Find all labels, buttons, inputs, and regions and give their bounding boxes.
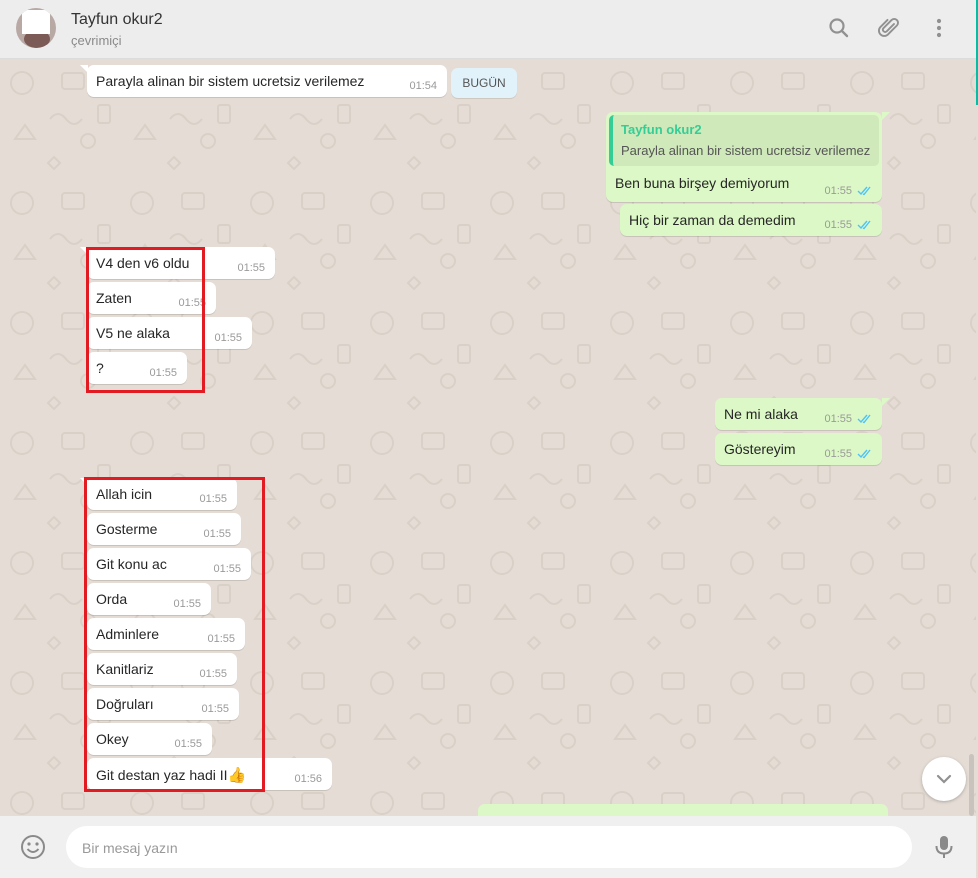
message-time: 01:54	[409, 80, 437, 92]
message-outgoing-partial[interactable]	[478, 804, 888, 816]
highlight-box	[86, 247, 205, 393]
chat-header: Tayfun okur2 çevrimiçi	[0, 0, 976, 59]
message-outgoing[interactable]: Göstereyim 01:55	[715, 433, 882, 465]
message-time: 01:56	[294, 773, 322, 785]
menu-icon[interactable]	[926, 15, 952, 41]
message-outgoing[interactable]: Ne mi alaka 01:55	[715, 398, 882, 430]
message-time: 01:55	[214, 332, 242, 344]
avatar-redaction	[22, 10, 50, 34]
message-text: Hiç bir zaman da demedim	[629, 212, 796, 228]
message-time: 01:55	[824, 185, 852, 197]
chevron-down-icon	[936, 774, 952, 784]
message-text: Göstereyim	[724, 441, 796, 457]
date-chip: BUGÜN	[451, 68, 517, 98]
quote-text: Parayla alinan bir sistem ucretsiz veril…	[621, 143, 871, 158]
message-incoming[interactable]: Parayla alinan bir sistem ucretsiz veril…	[87, 65, 447, 97]
message-input-box[interactable]	[66, 826, 912, 870]
chat-area[interactable]: Parayla alinan bir sistem ucretsiz veril…	[0, 59, 976, 816]
chat-scrollbar[interactable]	[969, 754, 974, 816]
read-ticks-icon	[857, 220, 871, 230]
attach-icon[interactable]	[876, 15, 902, 41]
read-ticks-icon	[857, 186, 871, 196]
message-time: 01:55	[824, 448, 852, 460]
highlight-box	[84, 477, 265, 792]
composer-bar	[0, 816, 976, 878]
message-time: 01:55	[824, 413, 852, 425]
emoji-icon[interactable]	[19, 833, 47, 861]
scroll-down-button[interactable]	[922, 757, 966, 801]
mic-icon[interactable]	[930, 833, 958, 861]
avatar[interactable]	[16, 8, 56, 48]
message-time: 01:55	[824, 219, 852, 231]
message-text: Ben buna birşey demiyorum	[615, 175, 790, 191]
message-input[interactable]	[80, 826, 884, 870]
contact-status: çevrimiçi	[71, 33, 122, 48]
message-outgoing-reply[interactable]: Tayfun okur2 Parayla alinan bir sistem u…	[606, 112, 882, 202]
quote-author: Tayfun okur2	[621, 122, 702, 137]
message-outgoing[interactable]: Hiç bir zaman da demedim 01:55	[620, 204, 882, 236]
bubble-tail	[882, 112, 890, 120]
read-ticks-icon	[857, 449, 871, 459]
message-text: Parayla alinan bir sistem ucretsiz veril…	[96, 73, 365, 89]
message-text: Ne mi alaka	[724, 406, 798, 422]
contact-name[interactable]: Tayfun okur2	[71, 11, 163, 29]
bubble-tail	[882, 398, 890, 406]
search-icon[interactable]	[826, 15, 852, 41]
read-ticks-icon	[857, 414, 871, 424]
message-time: 01:55	[237, 262, 265, 274]
quoted-message[interactable]: Tayfun okur2 Parayla alinan bir sistem u…	[609, 115, 879, 166]
